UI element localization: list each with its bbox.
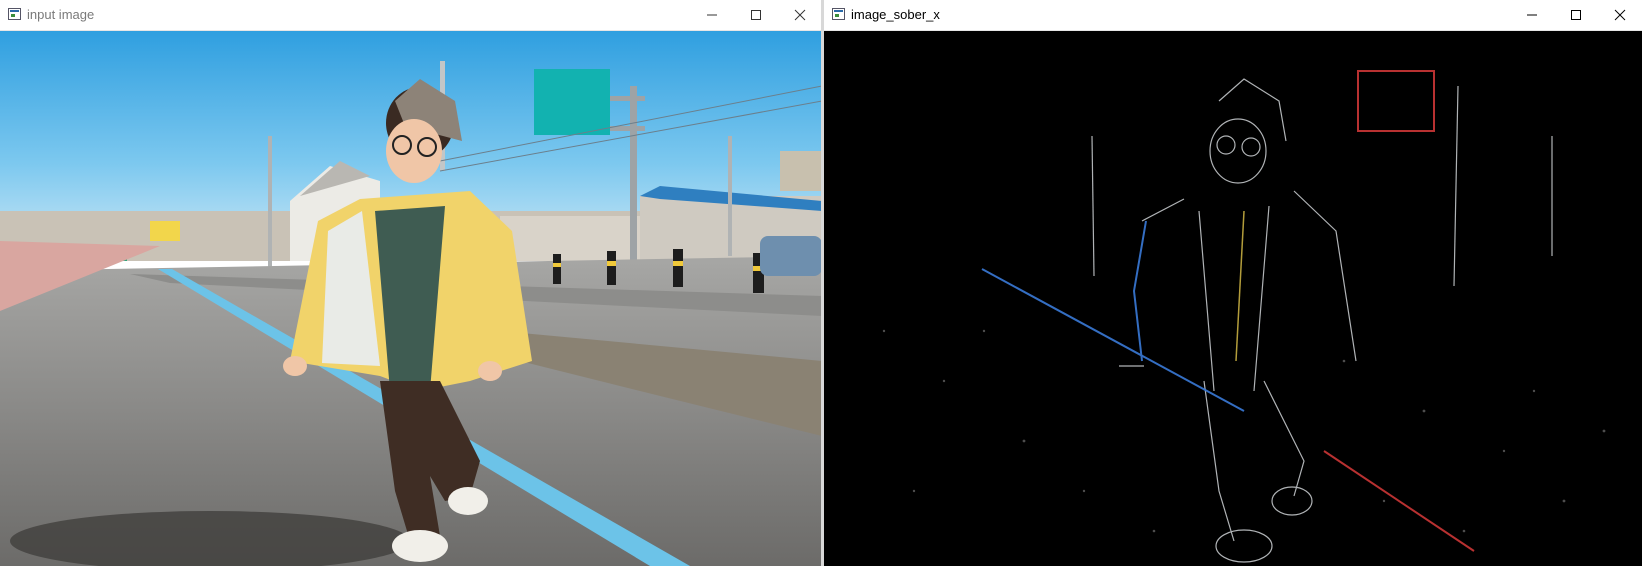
maximize-icon <box>751 10 761 20</box>
minimize-icon <box>707 14 717 16</box>
minimize-button[interactable] <box>690 0 734 30</box>
sobel-edge-image <box>824 31 1642 566</box>
input-image-window: input image <box>0 0 822 566</box>
sobel-x-window: image_sober_x <box>824 0 1642 566</box>
road-sign <box>534 69 610 135</box>
maximize-button[interactable] <box>734 0 778 30</box>
close-icon <box>794 9 806 21</box>
window-title: image_sober_x <box>851 7 940 22</box>
title-bar[interactable]: input image <box>0 0 822 31</box>
close-button[interactable] <box>1598 0 1642 30</box>
input-image-canvas <box>0 31 822 566</box>
close-button[interactable] <box>778 0 822 30</box>
opencv-window-icon <box>832 8 845 20</box>
opencv-window-icon <box>8 8 21 20</box>
minimize-icon <box>1527 14 1537 16</box>
sobel-x-canvas <box>824 31 1642 566</box>
title-bar[interactable]: image_sober_x <box>824 0 1642 31</box>
minimize-button[interactable] <box>1510 0 1554 30</box>
maximize-icon <box>1571 10 1581 20</box>
input-photo <box>0 31 822 566</box>
maximize-button[interactable] <box>1554 0 1598 30</box>
window-title: input image <box>27 7 95 22</box>
close-icon <box>1614 9 1626 21</box>
